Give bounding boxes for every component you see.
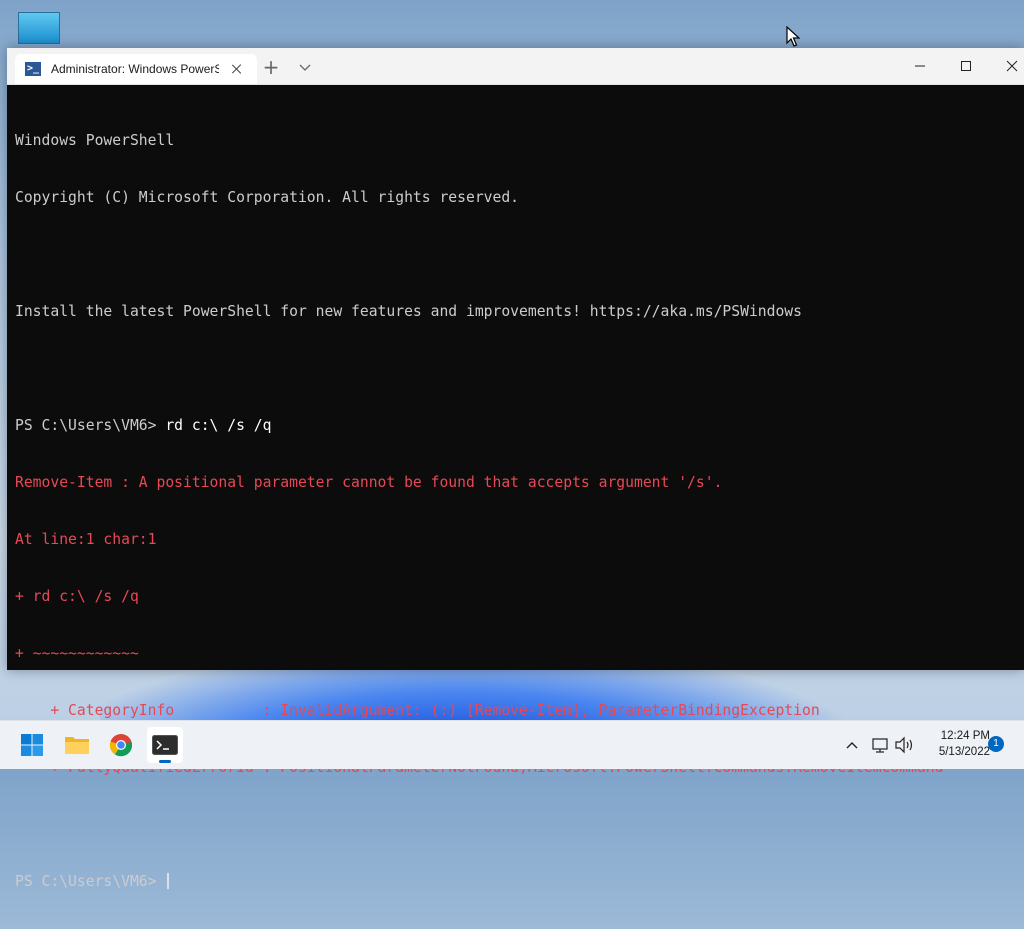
speaker-icon	[895, 736, 913, 754]
tab-dropdown-button[interactable]	[295, 58, 315, 78]
chevron-down-icon	[299, 64, 311, 71]
network-icon	[872, 738, 888, 753]
console-line: Windows PowerShell	[15, 132, 175, 149]
clock-time: 12:24 PM	[940, 730, 990, 742]
chevron-up-icon	[846, 742, 858, 749]
volume-control[interactable]	[894, 735, 916, 755]
text-cursor	[167, 873, 169, 889]
desktop-shortcut-icon[interactable]	[18, 12, 60, 44]
prompt-text: PS C:\Users\VM6>	[15, 417, 166, 434]
tab-title: Administrator: Windows PowerS	[51, 62, 219, 76]
chrome-button[interactable]	[103, 727, 139, 763]
terminal-icon	[152, 735, 178, 755]
error-line: Remove-Item : A positional parameter can…	[15, 474, 723, 491]
notification-badge[interactable]: 1	[988, 736, 1004, 752]
command-text: rd c:\ /s /q	[165, 417, 272, 434]
show-hidden-icons-button[interactable]	[842, 735, 862, 755]
minimize-button[interactable]	[897, 48, 943, 84]
terminal-window: >_ Administrator: Windows PowerS + Windo…	[7, 48, 1024, 890]
console-prompt-line: PS C:\Users\VM6> rd c:\ /s /q	[15, 416, 1016, 435]
maximize-button[interactable]	[943, 48, 989, 84]
error-line: + ~~~~~~~~~~~~	[15, 645, 139, 662]
terminal-taskbar-button[interactable]	[147, 727, 183, 763]
close-window-button[interactable]	[989, 48, 1024, 84]
system-clock[interactable]: 12:24 PM 5/13/2022	[920, 728, 990, 760]
file-explorer-icon	[65, 737, 89, 754]
taskbar: 12:24 PM 5/13/2022 1	[0, 720, 1024, 769]
error-line: + rd c:\ /s /q	[15, 588, 139, 605]
tab-close-icon[interactable]	[229, 61, 245, 77]
file-explorer-button[interactable]	[59, 727, 95, 763]
console-line: Copyright (C) Microsoft Corporation. All…	[15, 189, 520, 206]
chrome-icon	[109, 734, 133, 757]
mouse-cursor-icon	[786, 26, 800, 47]
new-tab-button[interactable]: +	[261, 57, 281, 78]
clock-date: 5/13/2022	[938, 746, 990, 758]
prompt-text: PS C:\Users\VM6>	[15, 873, 166, 890]
error-line: At line:1 char:1	[15, 531, 157, 548]
console-prompt-line[interactable]: PS C:\Users\VM6>	[15, 872, 1016, 891]
title-bar[interactable]: >_ Administrator: Windows PowerS +	[7, 48, 1024, 85]
maximize-icon	[961, 61, 971, 71]
start-button[interactable]	[14, 727, 50, 763]
close-icon	[1006, 60, 1018, 72]
minimize-icon	[915, 65, 925, 67]
console-output[interactable]: Windows PowerShell Copyright (C) Microso…	[7, 85, 1024, 890]
error-line: + CategoryInfo : InvalidArgument: (:) [R…	[15, 702, 820, 719]
console-line: Install the latest PowerShell for new fe…	[15, 303, 802, 320]
tab-powershell[interactable]: >_ Administrator: Windows PowerS	[15, 54, 257, 84]
network-status[interactable]	[870, 735, 890, 755]
windows-start-icon	[21, 734, 43, 756]
powershell-icon: >_	[25, 62, 41, 76]
